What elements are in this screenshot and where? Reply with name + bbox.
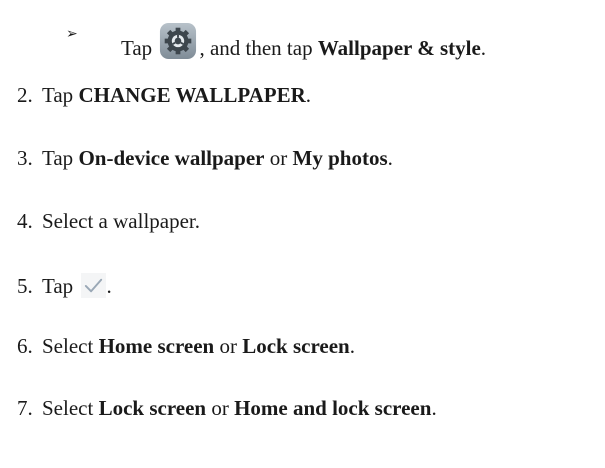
step-number: 4. bbox=[17, 209, 33, 233]
step-4: 4. Select a wallpaper. bbox=[17, 211, 200, 232]
home-and-lock-screen-label: Home and lock screen bbox=[234, 396, 432, 420]
step-text: or bbox=[206, 396, 235, 420]
step-text: Select a wallpaper. bbox=[42, 209, 201, 233]
step-number: 5. bbox=[17, 274, 33, 298]
step-text: Tap bbox=[42, 146, 79, 170]
step-6: 6. Select Home screen or Lock screen. bbox=[17, 336, 355, 357]
step-number: 3. bbox=[17, 146, 33, 170]
step-7: 7. Select Lock screen or Home and lock sc… bbox=[17, 398, 437, 419]
substep-then-text: , and then tap bbox=[199, 36, 318, 60]
on-device-wallpaper-label: On-device wallpaper bbox=[78, 146, 265, 170]
step-text: . bbox=[349, 334, 355, 358]
step-text: Tap bbox=[42, 274, 79, 298]
step-text: Select bbox=[42, 334, 99, 358]
step-text: or bbox=[214, 334, 243, 358]
step-text: . bbox=[305, 83, 312, 107]
my-photos-label: My photos bbox=[292, 146, 388, 170]
lock-screen-label: Lock screen bbox=[242, 334, 350, 358]
change-wallpaper-label: CHANGE WALLPAPER bbox=[78, 83, 306, 107]
settings-gear-icon bbox=[160, 22, 197, 60]
step-text: . bbox=[106, 274, 112, 298]
step-text: Tap bbox=[42, 83, 79, 107]
step-text: . bbox=[431, 396, 437, 420]
substep-line: Tap , and then tap Wallpaper & style. bbox=[121, 22, 486, 60]
wallpaper-style-label: Wallpaper & style bbox=[317, 36, 481, 60]
step-2: 2. Tap CHANGE WALLPAPER. bbox=[17, 85, 311, 106]
step-text: . bbox=[387, 146, 393, 170]
step-number: 6. bbox=[17, 334, 33, 358]
step-number: 7. bbox=[17, 396, 33, 420]
lock-screen-label: Lock screen bbox=[98, 396, 207, 420]
substep-tap-text: Tap bbox=[121, 36, 153, 60]
step-5: 5. Tap . bbox=[17, 273, 112, 298]
step-text: or bbox=[264, 146, 293, 170]
step-3: 3. Tap On-device wallpaper or My photos. bbox=[17, 148, 393, 169]
checkmark-icon bbox=[81, 273, 107, 298]
substep-period: . bbox=[480, 36, 487, 60]
step-number: 2. bbox=[17, 83, 33, 107]
step-text: Select bbox=[42, 396, 99, 420]
home-screen-label: Home screen bbox=[98, 334, 215, 358]
arrow-bullet: ➢ bbox=[66, 27, 78, 42]
